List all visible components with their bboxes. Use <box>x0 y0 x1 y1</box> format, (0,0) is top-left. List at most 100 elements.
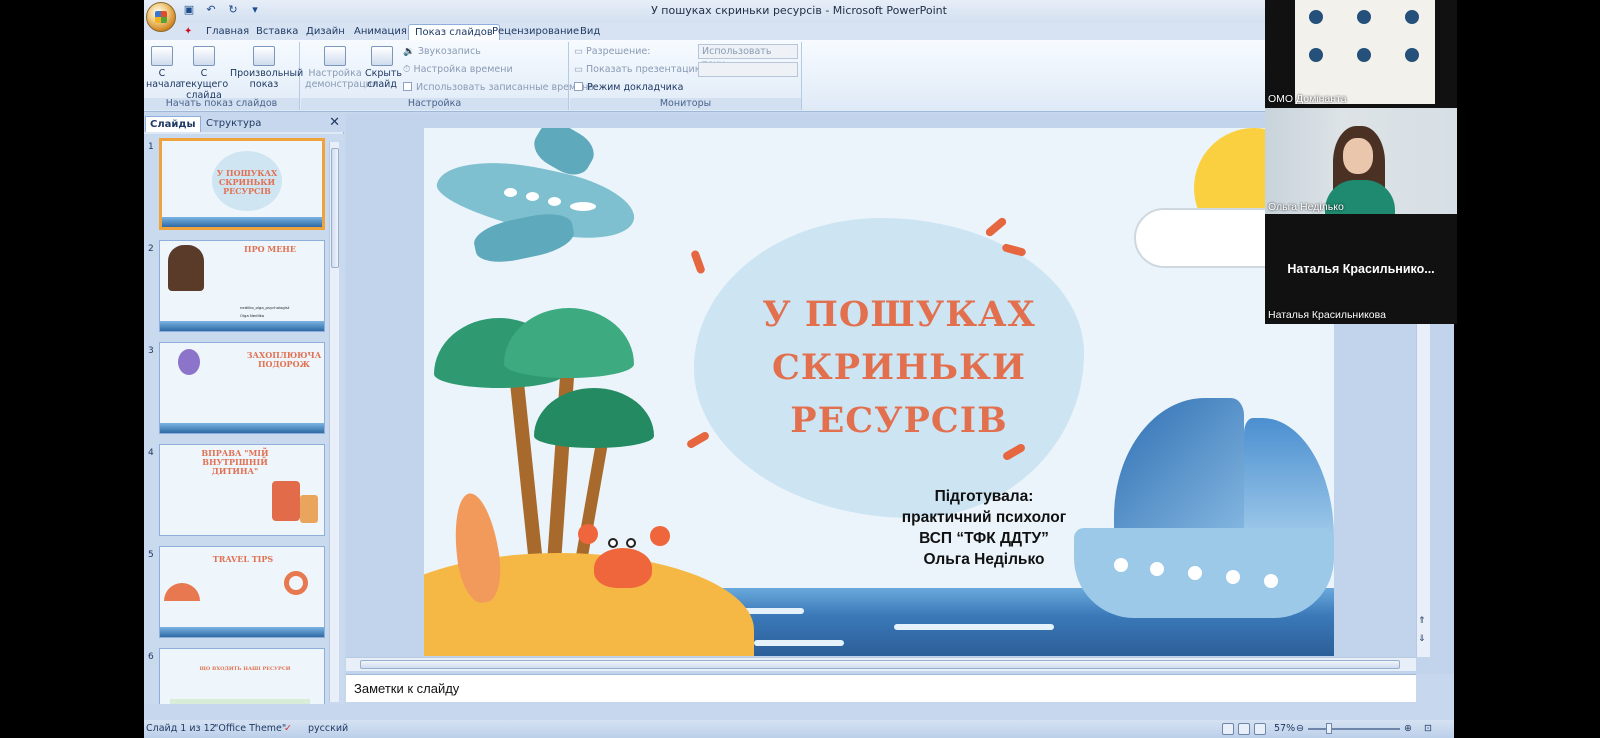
participant-name: ОМО Домінанта <box>1268 93 1347 105</box>
plane-window <box>504 188 517 197</box>
thumb-number: 1 <box>148 142 154 152</box>
crab-claw <box>650 526 670 546</box>
close-icon[interactable]: ✕ <box>329 115 340 130</box>
palm-leaves <box>534 388 654 448</box>
previous-slide-icon[interactable]: ⇑ <box>1418 616 1426 626</box>
presenter-view-checkbox[interactable]: Режим докладчика <box>574 81 683 95</box>
participant-name: Ольга Неділько <box>1268 201 1344 213</box>
slide-sorter-icon[interactable] <box>1238 723 1250 735</box>
thumbnail-3[interactable]: ЗАХОПЛЮЮЧА ПОДОРОЖ <box>159 342 325 434</box>
suitcase-icon <box>272 481 300 521</box>
slideshow-view-icon[interactable] <box>1254 723 1266 735</box>
office-menu-tab[interactable]: ✦ <box>178 24 198 40</box>
tab-insert[interactable]: Вставка <box>250 24 304 40</box>
logo-icon <box>1357 48 1371 62</box>
logo-icon <box>1405 48 1419 62</box>
tab-outline[interactable]: Структура <box>202 116 265 132</box>
microphone-icon: 🔉 <box>403 46 418 57</box>
zoom-slider-knob[interactable] <box>1326 723 1332 734</box>
logo-icon <box>1357 10 1371 24</box>
slideshow-icon <box>151 46 173 66</box>
scrollbar-thumb[interactable] <box>360 660 1400 669</box>
group-label-monitors: Мониторы <box>570 98 801 110</box>
thumbnail-2[interactable]: ПРО МЕНЕ nedilko_olga_psychologist Olga … <box>159 240 325 332</box>
porthole <box>1188 566 1202 580</box>
rehearse-timings-button[interactable]: ⏱ Настройка времени <box>403 63 513 77</box>
current-slide[interactable]: У ПОШУКАХ СКРИНЬКИ РЕСУРСІВ Підготувала:… <box>424 128 1334 656</box>
tab-view[interactable]: Вид <box>574 24 606 40</box>
thumbnail-4[interactable]: ВПРАВА "МІЙ ВНУТРІШНІЙ ДИТИНА" <box>159 444 325 536</box>
title-bar: ▣ ↶ ↻ ▾ У пошуках скриньки ресурсів - Mi… <box>144 0 1454 32</box>
normal-view-icon[interactable] <box>1222 723 1234 735</box>
record-narration-button[interactable]: 🔉 Звукозапись <box>403 45 481 59</box>
wave <box>754 640 844 646</box>
fit-to-window-icon[interactable]: ⊡ <box>1424 720 1432 738</box>
plane-window <box>526 192 539 201</box>
language-indicator[interactable]: русский <box>308 720 348 738</box>
custom-show-button[interactable]: Произвольный показ <box>230 46 303 90</box>
monitor-icon: ▭ <box>574 64 586 75</box>
setup-show-button[interactable]: Настройка демонстрации <box>305 46 378 90</box>
logo-icon <box>1309 48 1323 62</box>
setup-icon <box>324 46 346 66</box>
participant-tile-2[interactable]: Ольга Неділько <box>1265 108 1457 214</box>
slide-counter: Слайд 1 из 12 <box>146 723 216 734</box>
hide-slide-button[interactable]: Скрыть слайд <box>365 46 402 90</box>
zoom-out-icon[interactable]: ⊖ <box>1296 720 1304 738</box>
checkbox-icon <box>403 82 412 91</box>
video-call-panel: ОМО Домінанта Ольга Неділько Наталья Кра… <box>1265 0 1457 324</box>
tab-home[interactable]: Главная <box>200 24 255 40</box>
window-title: У пошуках скриньки ресурсів - Microsoft … <box>651 4 947 17</box>
thumb-title: ВПРАВА "МІЙ ВНУТРІШНІЙ ДИТИНА" <box>201 448 269 476</box>
spellcheck-icon[interactable]: ✓ <box>284 720 292 738</box>
next-slide-icon[interactable]: ⇓ <box>1418 634 1426 644</box>
plane-window <box>570 202 596 211</box>
thumbnail-6[interactable]: ЩО ВХОДИТЬ НАШІ РЕСУРСИ <box>159 648 325 704</box>
participant-tile-3[interactable]: Наталья Красильнико... Наталья Красильни… <box>1265 216 1457 322</box>
thumbnail-5[interactable]: TRAVEL TIPS <box>159 546 325 638</box>
ribbon-tabs: ✦ Главная Вставка Дизайн Анимация Показ … <box>144 22 1454 40</box>
thumb-text: nedilko_olga_psychologist <box>240 305 290 310</box>
thumb-sea <box>160 423 324 433</box>
participant-tile-1[interactable]: ОМО Домінанта <box>1265 0 1457 106</box>
thumbnail-1[interactable]: У ПОШУКАХ СКРИНЬКИ РЕСУРСІВ <box>159 138 325 230</box>
tab-slides[interactable]: Слайды <box>145 116 201 132</box>
group-start-show: С начала С текущего слайда Произвольный … <box>144 42 303 110</box>
zoom-level[interactable]: 57% <box>1274 720 1295 738</box>
editor-horizontal-scrollbar[interactable] <box>346 657 1416 671</box>
pane-tabs: Слайды Структура ✕ <box>144 114 344 132</box>
notes-pane[interactable]: Заметки к слайду <box>346 674 1416 702</box>
thumbnail-scrollbar[interactable] <box>329 142 339 702</box>
resolution-label: ▭ Разрешение: <box>574 46 651 57</box>
group-setup: Настройка демонстрации Скрыть слайд 🔉 Зв… <box>301 42 594 110</box>
slide-title[interactable]: У ПОШУКАХ СКРИНЬКИ РЕСУРСІВ <box>734 288 1064 447</box>
monitor-icon: ▭ <box>574 46 586 57</box>
scrollbar-thumb[interactable] <box>331 148 339 268</box>
participant-name: Наталья Красильникова <box>1268 309 1386 321</box>
show-on-select[interactable] <box>698 62 798 77</box>
zoom-slider[interactable] <box>1308 728 1400 730</box>
palm-trunk <box>546 357 576 569</box>
resolution-select[interactable]: Использовать теку... <box>698 44 798 70</box>
thumb-bar <box>170 699 310 704</box>
zoom-in-icon[interactable]: ⊕ <box>1404 720 1412 738</box>
thumb-photo <box>168 245 204 291</box>
tab-review[interactable]: Рецензирование <box>486 24 585 40</box>
office-logo-icon <box>155 11 167 23</box>
thumb-sea <box>162 217 322 227</box>
tab-design[interactable]: Дизайн <box>300 24 351 40</box>
tab-animation[interactable]: Анимация <box>348 24 413 40</box>
thumbnail-list: 1 У ПОШУКАХ СКРИНЬКИ РЕСУРСІВ 2 ПРО МЕНЕ… <box>144 134 344 704</box>
thumb-title: ЗАХОПЛЮЮЧА ПОДОРОЖ <box>246 350 322 369</box>
from-current-button[interactable]: С текущего слайда <box>178 46 230 101</box>
suitcase-icon <box>300 495 318 523</box>
office-button[interactable] <box>146 2 176 32</box>
ribbon: С начала С текущего слайда Произвольный … <box>144 40 1454 112</box>
checkbox-icon <box>574 82 583 91</box>
from-start-button[interactable]: С начала <box>146 46 181 90</box>
logo-icon <box>1405 10 1419 24</box>
use-timings-checkbox[interactable]: Использовать записанные времена <box>403 81 594 95</box>
plane-window <box>548 197 561 206</box>
group-label-start: Начать показ слайдов <box>144 98 299 110</box>
palm-leaves <box>504 308 634 378</box>
